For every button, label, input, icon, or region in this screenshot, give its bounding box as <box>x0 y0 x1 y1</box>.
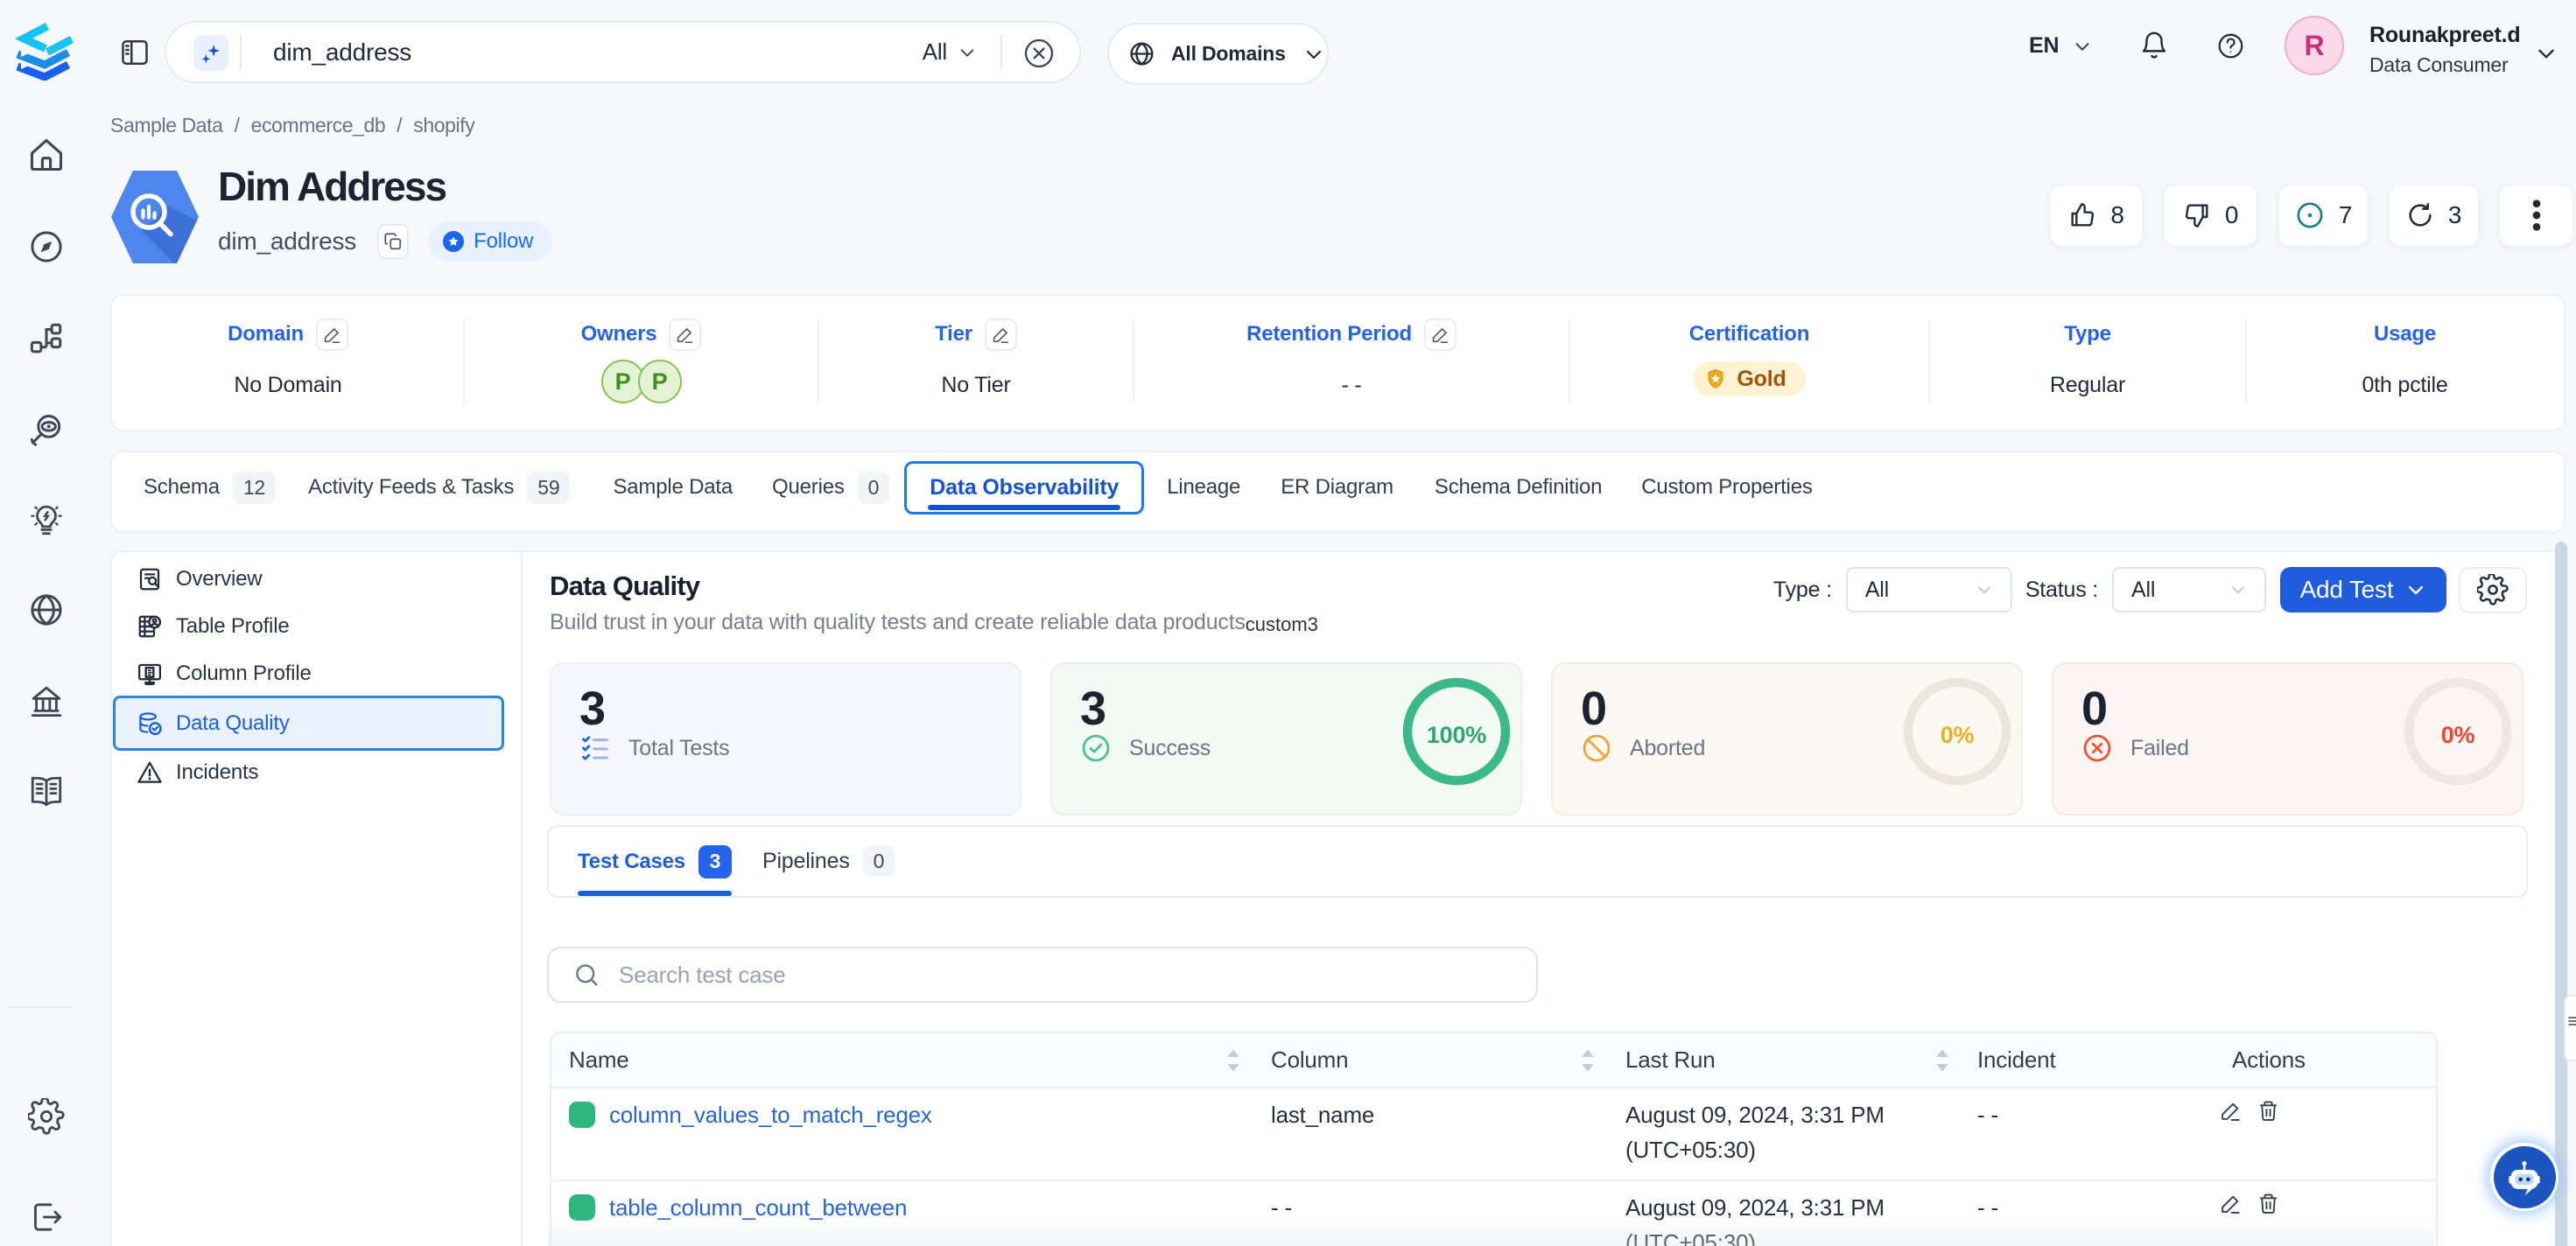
svg-text:0%: 0% <box>2441 722 2475 748</box>
svg-text:100%: 100% <box>1427 722 1486 748</box>
svg-text:0%: 0% <box>1941 722 1975 748</box>
